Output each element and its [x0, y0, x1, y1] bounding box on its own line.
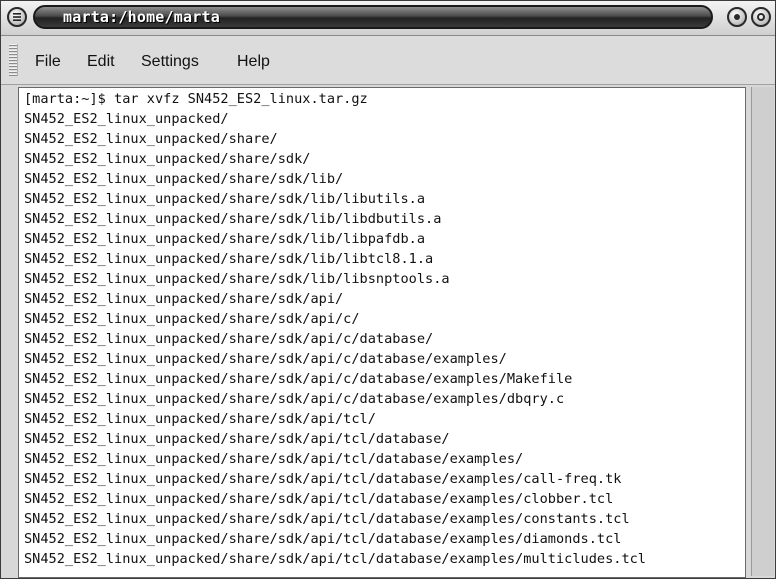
menubar-grip-handle[interactable] — [9, 44, 18, 76]
terminal-scrollbar[interactable] — [751, 87, 774, 576]
terminal-line: [marta:~]$ tar xvfz SN452_ES2_linux.tar.… — [24, 91, 368, 107]
terminal-line: SN452_ES2_linux_unpacked/share/sdk/api/t… — [24, 451, 524, 467]
minimize-button[interactable] — [727, 7, 747, 27]
terminal-line: SN452_ES2_linux_unpacked/share/sdk/api/t… — [24, 491, 614, 507]
terminal-line: SN452_ES2_linux_unpacked/share/sdk/lib/l… — [24, 231, 426, 247]
terminal-line: SN452_ES2_linux_unpacked/share/sdk/api/c… — [24, 391, 565, 407]
menu-bar: File Edit Settings Help — [1, 36, 775, 85]
terminal-line: SN452_ES2_linux_unpacked/share/sdk/api/t… — [24, 551, 646, 567]
terminal-line: SN452_ES2_linux_unpacked/share/sdk/api/t… — [24, 431, 450, 447]
terminal-line: SN452_ES2_linux_unpacked/share/sdk/lib/l… — [24, 251, 434, 267]
menu-settings[interactable]: Settings — [141, 53, 199, 71]
terminal-line: SN452_ES2_linux_unpacked/ — [24, 111, 229, 127]
terminal-line: SN452_ES2_linux_unpacked/share/sdk/lib/l… — [24, 191, 426, 207]
terminal-line: SN452_ES2_linux_unpacked/share/sdk/lib/l… — [24, 211, 442, 227]
terminal-line: SN452_ES2_linux_unpacked/share/sdk/api/t… — [24, 511, 630, 527]
menu-file[interactable]: File — [35, 53, 61, 71]
terminal-line: SN452_ES2_linux_unpacked/share/ — [24, 131, 278, 147]
terminal-line: SN452_ES2_linux_unpacked/share/sdk/api/c… — [24, 311, 360, 327]
menu-help[interactable]: Help — [237, 53, 270, 71]
terminal-window: marta:/home/marta File Edit Settings Hel… — [0, 0, 776, 579]
terminal-line: SN452_ES2_linux_unpacked/share/sdk/api/c… — [24, 331, 434, 347]
terminal-output[interactable]: [marta:~]$ tar xvfz SN452_ES2_linux.tar.… — [18, 87, 746, 578]
window-menu-button[interactable] — [7, 7, 27, 27]
title-bar[interactable]: marta:/home/marta — [1, 1, 775, 36]
terminal-line: SN452_ES2_linux_unpacked/share/sdk/lib/ — [24, 171, 344, 187]
terminal-line: SN452_ES2_linux_unpacked/share/sdk/api/ — [24, 291, 344, 307]
terminal-line: SN452_ES2_linux_unpacked/share/sdk/api/c… — [24, 371, 573, 387]
terminal-line: SN452_ES2_linux_unpacked/share/sdk/api/t… — [24, 411, 376, 427]
title-pill: marta:/home/marta — [33, 5, 713, 29]
terminal-line: SN452_ES2_linux_unpacked/share/sdk/lib/l… — [24, 271, 450, 287]
terminal-line: SN452_ES2_linux_unpacked/share/sdk/api/c… — [24, 351, 507, 367]
minimize-icon — [734, 14, 740, 20]
terminal-line: SN452_ES2_linux_unpacked/share/sdk/api/t… — [24, 531, 622, 547]
window-menu-icon — [13, 13, 21, 21]
maximize-button[interactable] — [751, 7, 771, 27]
terminal-line: SN452_ES2_linux_unpacked/share/sdk/api/t… — [24, 471, 622, 487]
window-title: marta:/home/marta — [63, 8, 220, 26]
menu-edit[interactable]: Edit — [87, 53, 115, 71]
maximize-icon — [757, 13, 765, 21]
terminal-line: SN452_ES2_linux_unpacked/share/sdk/ — [24, 151, 311, 167]
